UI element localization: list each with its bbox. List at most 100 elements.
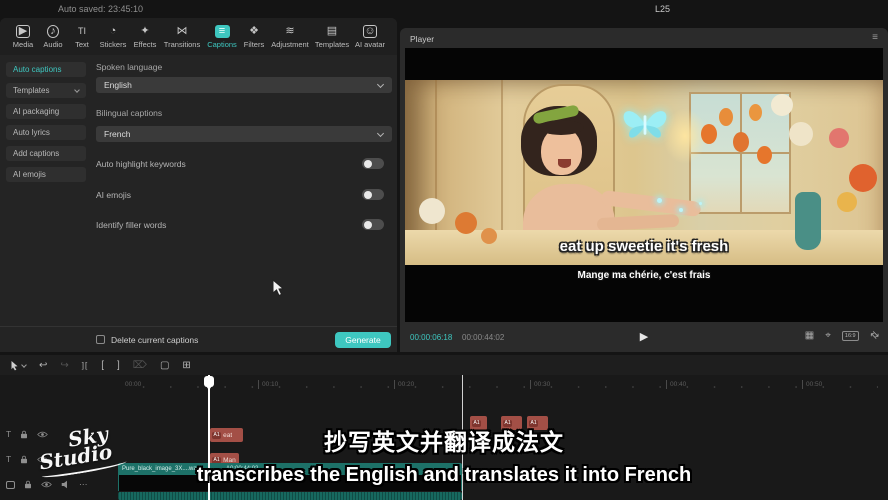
tab-transitions[interactable]: ⋈ Transitions: [160, 25, 204, 49]
woman-bangs: [538, 120, 584, 135]
orange-dahlia: [849, 164, 877, 192]
woman-arm: [600, 190, 701, 217]
sidebar-item-ai-emojis[interactable]: AI emojis: [6, 167, 86, 182]
white-flower: [789, 122, 813, 146]
titlebar: Auto saved: 23:45:10 L25: [0, 0, 888, 18]
auto-highlight-keywords-toggle[interactable]: [362, 158, 384, 169]
sparkle: [699, 202, 702, 205]
chevron-down-icon: [21, 362, 27, 368]
media-icon: ▶: [16, 25, 30, 38]
identify-filler-words-label: Identify filler words: [96, 220, 166, 230]
focus-icon[interactable]: ⌖: [825, 330, 831, 341]
orange-flower: [455, 212, 477, 234]
delete-current-captions-checkbox[interactable]: [96, 335, 105, 344]
project-title: L25: [655, 4, 670, 14]
captions-panel: ▶ Media ♪ Audio TI Text ◔ Stickers ✦ Eff…: [0, 18, 397, 352]
cursor-tool-icon: [10, 360, 19, 371]
redo-button[interactable]: ↪: [60, 360, 68, 371]
current-time: 00:00:06:18: [410, 333, 452, 342]
video-caption-french: Mange ma chérie, c'est frais: [405, 270, 883, 281]
tulip: [757, 146, 772, 164]
ai-emojis-toggle[interactable]: [362, 189, 384, 200]
bilingual-language-select[interactable]: French: [96, 126, 392, 142]
mask-button[interactable]: ▢: [160, 360, 169, 371]
audio-icon: ♪: [47, 25, 59, 38]
trim-left-button[interactable]: [: [101, 360, 104, 371]
auto-reframe-button[interactable]: ⊞: [182, 360, 190, 371]
delete-button[interactable]: ⌦: [133, 360, 147, 371]
pink-flower: [829, 128, 849, 148]
bilingual-captions-label: Bilingual captions: [96, 108, 162, 118]
sparkle: [679, 208, 683, 212]
adjustment-icon: ≋: [285, 25, 294, 38]
transitions-icon: ⋈: [177, 25, 188, 38]
tulip: [719, 108, 733, 126]
select-tool-button[interactable]: [10, 360, 26, 371]
tab-captions[interactable]: ≡ Captions: [204, 25, 240, 49]
tab-media[interactable]: ▶ Media: [8, 25, 38, 49]
butterfly: [617, 102, 673, 148]
panel-bottom-bar: Delete current captions Generate: [0, 326, 397, 352]
chevron-down-icon: [377, 81, 384, 88]
white-flower: [419, 198, 445, 224]
sparkle: [657, 198, 662, 203]
player-panel: Player ≡: [400, 28, 888, 352]
play-button[interactable]: ▶: [640, 330, 648, 343]
mouse-pointer-icon: [271, 279, 284, 297]
chevron-down-icon: [377, 130, 384, 137]
sidebar-item-add-captions[interactable]: Add captions: [6, 146, 86, 161]
trim-right-button[interactable]: ]: [117, 360, 120, 371]
player-controls: 00:00:06:18 00:00:44:02 ▶ ▦ ⌖ 16:9 ⇄: [400, 322, 888, 352]
sidebar-item-auto-captions[interactable]: Auto captions: [6, 62, 86, 77]
filters-icon: ❖: [249, 25, 259, 38]
capcut-app-window: Auto saved: 23:45:10 L25 ▶ Media ♪ Audio…: [0, 0, 888, 500]
tutorial-subtitle-english: transcribes the English and translates i…: [0, 464, 888, 487]
tab-ai-avatar[interactable]: ☺ AI avatar: [352, 25, 388, 49]
video-caption-english: eat up sweetie it's fresh: [405, 238, 883, 255]
white-flower: [771, 94, 793, 116]
tab-adjustment[interactable]: ≋ Adjustment: [268, 25, 312, 49]
auto-highlight-keywords-label: Auto highlight keywords: [96, 159, 186, 169]
preview-quality-icon[interactable]: ▦: [805, 330, 814, 341]
tab-templates[interactable]: ▤ Templates: [312, 25, 352, 49]
tab-stickers[interactable]: ◔ Stickers: [96, 25, 130, 49]
generate-button[interactable]: Generate: [335, 332, 391, 348]
tulip: [733, 132, 749, 152]
autosave-status: Auto saved: 23:45:10: [58, 4, 143, 14]
templates-icon: ▤: [327, 25, 337, 38]
woman-mouth: [558, 159, 571, 168]
main-toolbar: ▶ Media ♪ Audio TI Text ◔ Stickers ✦ Eff…: [0, 18, 397, 55]
audio-clip[interactable]: [118, 492, 462, 500]
captions-icon: ≡: [215, 25, 230, 38]
timeline-toolbar: ↩ ↪ ][ [ ] ⌦ ▢ ⊞: [0, 355, 888, 375]
spoken-language-select[interactable]: English: [96, 77, 392, 93]
effects-icon: ✦: [140, 25, 149, 38]
tab-filters[interactable]: ❖ Filters: [240, 25, 268, 49]
split-button[interactable]: ][: [82, 361, 88, 370]
timeline-ruler[interactable]: 00:00 00:10 00:20 00:30 00:40 00:50: [0, 375, 888, 392]
delete-current-captions-label: Delete current captions: [111, 335, 198, 345]
stickers-icon: ◔: [110, 25, 117, 38]
chevron-down-icon: [74, 87, 80, 93]
tulip: [701, 124, 717, 144]
playhead-handle[interactable]: [204, 376, 214, 387]
tutorial-subtitle-chinese: 抄写英文并翻译成法文: [0, 423, 888, 457]
aspect-ratio-button[interactable]: 16:9: [842, 331, 859, 341]
tab-effects[interactable]: ✦ Effects: [130, 25, 160, 49]
text-icon: TI: [78, 25, 86, 38]
player-menu-icon[interactable]: ≡: [872, 32, 878, 43]
sidebar-item-auto-lyrics[interactable]: Auto lyrics: [6, 125, 86, 140]
ai-emojis-label: AI emojis: [96, 190, 131, 200]
spoken-language-label: Spoken language: [96, 62, 162, 72]
undo-button[interactable]: ↩: [39, 360, 47, 371]
player-panel-title: Player: [410, 34, 434, 44]
tab-audio[interactable]: ♪ Audio: [38, 25, 68, 49]
sidebar-item-templates[interactable]: Templates: [6, 83, 86, 98]
ai-avatar-icon: ☺: [363, 25, 377, 38]
fullscreen-icon[interactable]: ⇄: [867, 329, 881, 343]
video-stage[interactable]: eat up sweetie it's fresh Mange ma chéri…: [405, 48, 883, 322]
identify-filler-words-toggle[interactable]: [362, 219, 384, 230]
tab-text[interactable]: TI Text: [68, 25, 96, 49]
sidebar-item-ai-packaging[interactable]: AI packaging: [6, 104, 86, 119]
tulip: [749, 104, 762, 121]
